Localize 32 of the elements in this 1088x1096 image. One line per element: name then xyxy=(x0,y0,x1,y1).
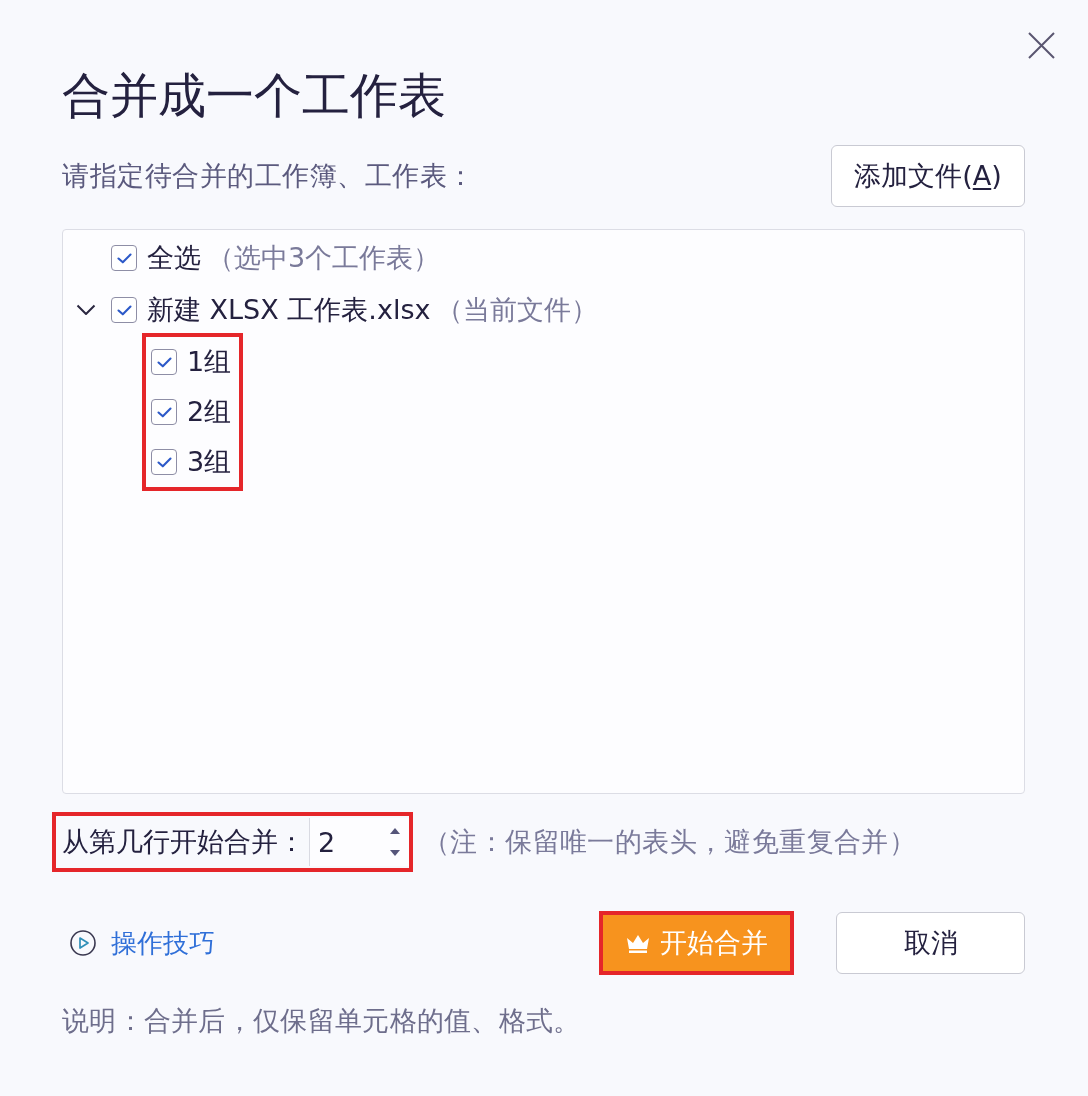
cancel-button[interactable]: 取消 xyxy=(836,912,1025,974)
checkmark-icon xyxy=(116,252,132,264)
sheet-label: 2组 xyxy=(187,395,232,429)
sheet-label: 3组 xyxy=(187,445,232,479)
file-name-label: 新建 XLSX 工作表.xlsx xyxy=(147,293,431,327)
crown-icon xyxy=(625,933,650,953)
instruction-text: 请指定待合并的工作簿、工作表： xyxy=(62,159,475,192)
footnote-text: 说明：合并后，仅保留单元格的值、格式。 xyxy=(62,1006,581,1036)
sheet-label: 1组 xyxy=(187,345,232,379)
checkbox[interactable] xyxy=(151,349,177,375)
number-spinner-field[interactable]: 2 xyxy=(309,818,409,866)
down-arrow-icon[interactable] xyxy=(390,850,400,856)
tips-link[interactable]: 操作技巧 xyxy=(111,926,215,960)
checkbox[interactable] xyxy=(151,449,177,475)
chevron-down-icon[interactable] xyxy=(76,304,96,316)
hint-note: （注：保留唯一的表头，避免重复合并） xyxy=(423,825,917,859)
checkmark-icon xyxy=(156,356,172,368)
start-row-label: 从第几行开始合并： xyxy=(62,825,305,859)
add-file-button[interactable]: 添加文件(A) xyxy=(831,144,1025,207)
checkbox[interactable] xyxy=(111,245,137,271)
checkbox-label: 全选 xyxy=(147,241,201,275)
checkmark-icon xyxy=(156,406,172,418)
checkmark-icon xyxy=(156,456,172,468)
play-circle-icon[interactable] xyxy=(70,930,96,956)
close-icon[interactable] xyxy=(1028,32,1055,59)
checkmark-icon xyxy=(116,304,132,316)
checkbox[interactable] xyxy=(151,399,177,425)
up-arrow-icon[interactable] xyxy=(390,828,400,834)
checkbox[interactable] xyxy=(111,297,137,323)
selection-count-note: （选中3个工作表） xyxy=(207,241,441,275)
dialog-title: 合并成一个工作表 xyxy=(62,67,446,123)
file-note: （当前文件） xyxy=(436,293,599,327)
